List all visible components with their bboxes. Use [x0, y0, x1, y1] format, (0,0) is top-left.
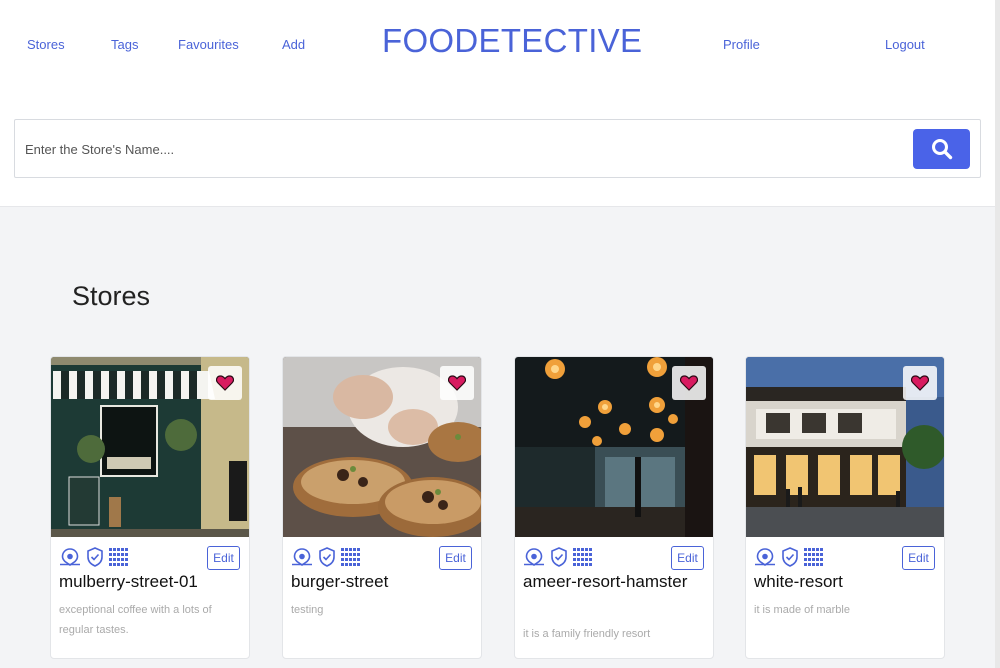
store-image[interactable] — [51, 357, 249, 537]
scrollbar[interactable] — [995, 0, 1000, 668]
brand-logo[interactable]: FOODETECTIVE — [382, 22, 642, 60]
favourite-button[interactable] — [903, 366, 937, 400]
map-pin-icon — [754, 548, 776, 566]
edit-button[interactable]: Edit — [207, 546, 240, 570]
grid-icon — [804, 548, 826, 566]
heart-icon — [911, 375, 929, 391]
store-name[interactable]: white-resort — [754, 570, 934, 594]
store-name[interactable]: mulberry-street-01 — [59, 570, 239, 594]
shield-check-icon — [550, 547, 568, 567]
edit-button[interactable]: Edit — [671, 546, 704, 570]
page-title: Stores — [72, 281, 151, 311]
store-card[interactable]: Edit burger-street testing — [282, 356, 482, 659]
search-bar — [14, 119, 981, 178]
nav-profile-link[interactable]: Profile — [723, 37, 760, 52]
heart-icon — [448, 375, 466, 391]
nav-logout-link[interactable]: Logout — [885, 37, 925, 52]
search-icon — [931, 139, 952, 160]
heart-icon — [680, 375, 698, 391]
favourite-button[interactable] — [208, 366, 242, 400]
store-card[interactable]: Edit ameer-resort-hamster it is a family… — [514, 356, 714, 659]
search-button[interactable] — [913, 129, 970, 169]
favourite-button[interactable] — [440, 366, 474, 400]
store-description: testing — [291, 604, 324, 616]
map-pin-icon — [59, 548, 81, 566]
edit-button[interactable]: Edit — [902, 546, 935, 570]
store-image[interactable] — [515, 357, 713, 537]
heart-icon — [216, 375, 234, 391]
store-name[interactable]: burger-street — [291, 570, 471, 594]
nav-add-link[interactable]: Add — [282, 37, 305, 52]
store-image[interactable] — [746, 357, 944, 537]
grid-icon — [109, 548, 131, 566]
store-feature-icons — [291, 547, 363, 567]
favourite-button[interactable] — [672, 366, 706, 400]
shield-check-icon — [318, 547, 336, 567]
nav-stores-link[interactable]: Stores — [27, 37, 65, 52]
shield-check-icon — [781, 547, 799, 567]
store-feature-icons — [59, 547, 131, 567]
store-name[interactable]: ameer-resort-hamster — [523, 570, 703, 594]
nav-tags-link[interactable]: Tags — [111, 37, 138, 52]
store-card[interactable]: Edit mulberry-street-01 exceptional coff… — [50, 356, 250, 659]
store-feature-icons — [754, 547, 826, 567]
shield-check-icon — [86, 547, 104, 567]
store-feature-icons — [523, 547, 595, 567]
map-pin-icon — [523, 548, 545, 566]
map-pin-icon — [291, 548, 313, 566]
store-image[interactable] — [283, 357, 481, 537]
store-card[interactable]: Edit white-resort it is made of marble — [745, 356, 945, 659]
store-description: it is a family friendly resort — [523, 628, 651, 640]
store-description: it is made of marble — [754, 604, 850, 616]
nav-favourites-link[interactable]: Favourites — [178, 37, 239, 52]
grid-icon — [573, 548, 595, 566]
edit-button[interactable]: Edit — [439, 546, 472, 570]
grid-icon — [341, 548, 363, 566]
store-description: exceptional coffee with a lots of regula… — [59, 604, 212, 636]
search-input[interactable] — [25, 130, 905, 168]
